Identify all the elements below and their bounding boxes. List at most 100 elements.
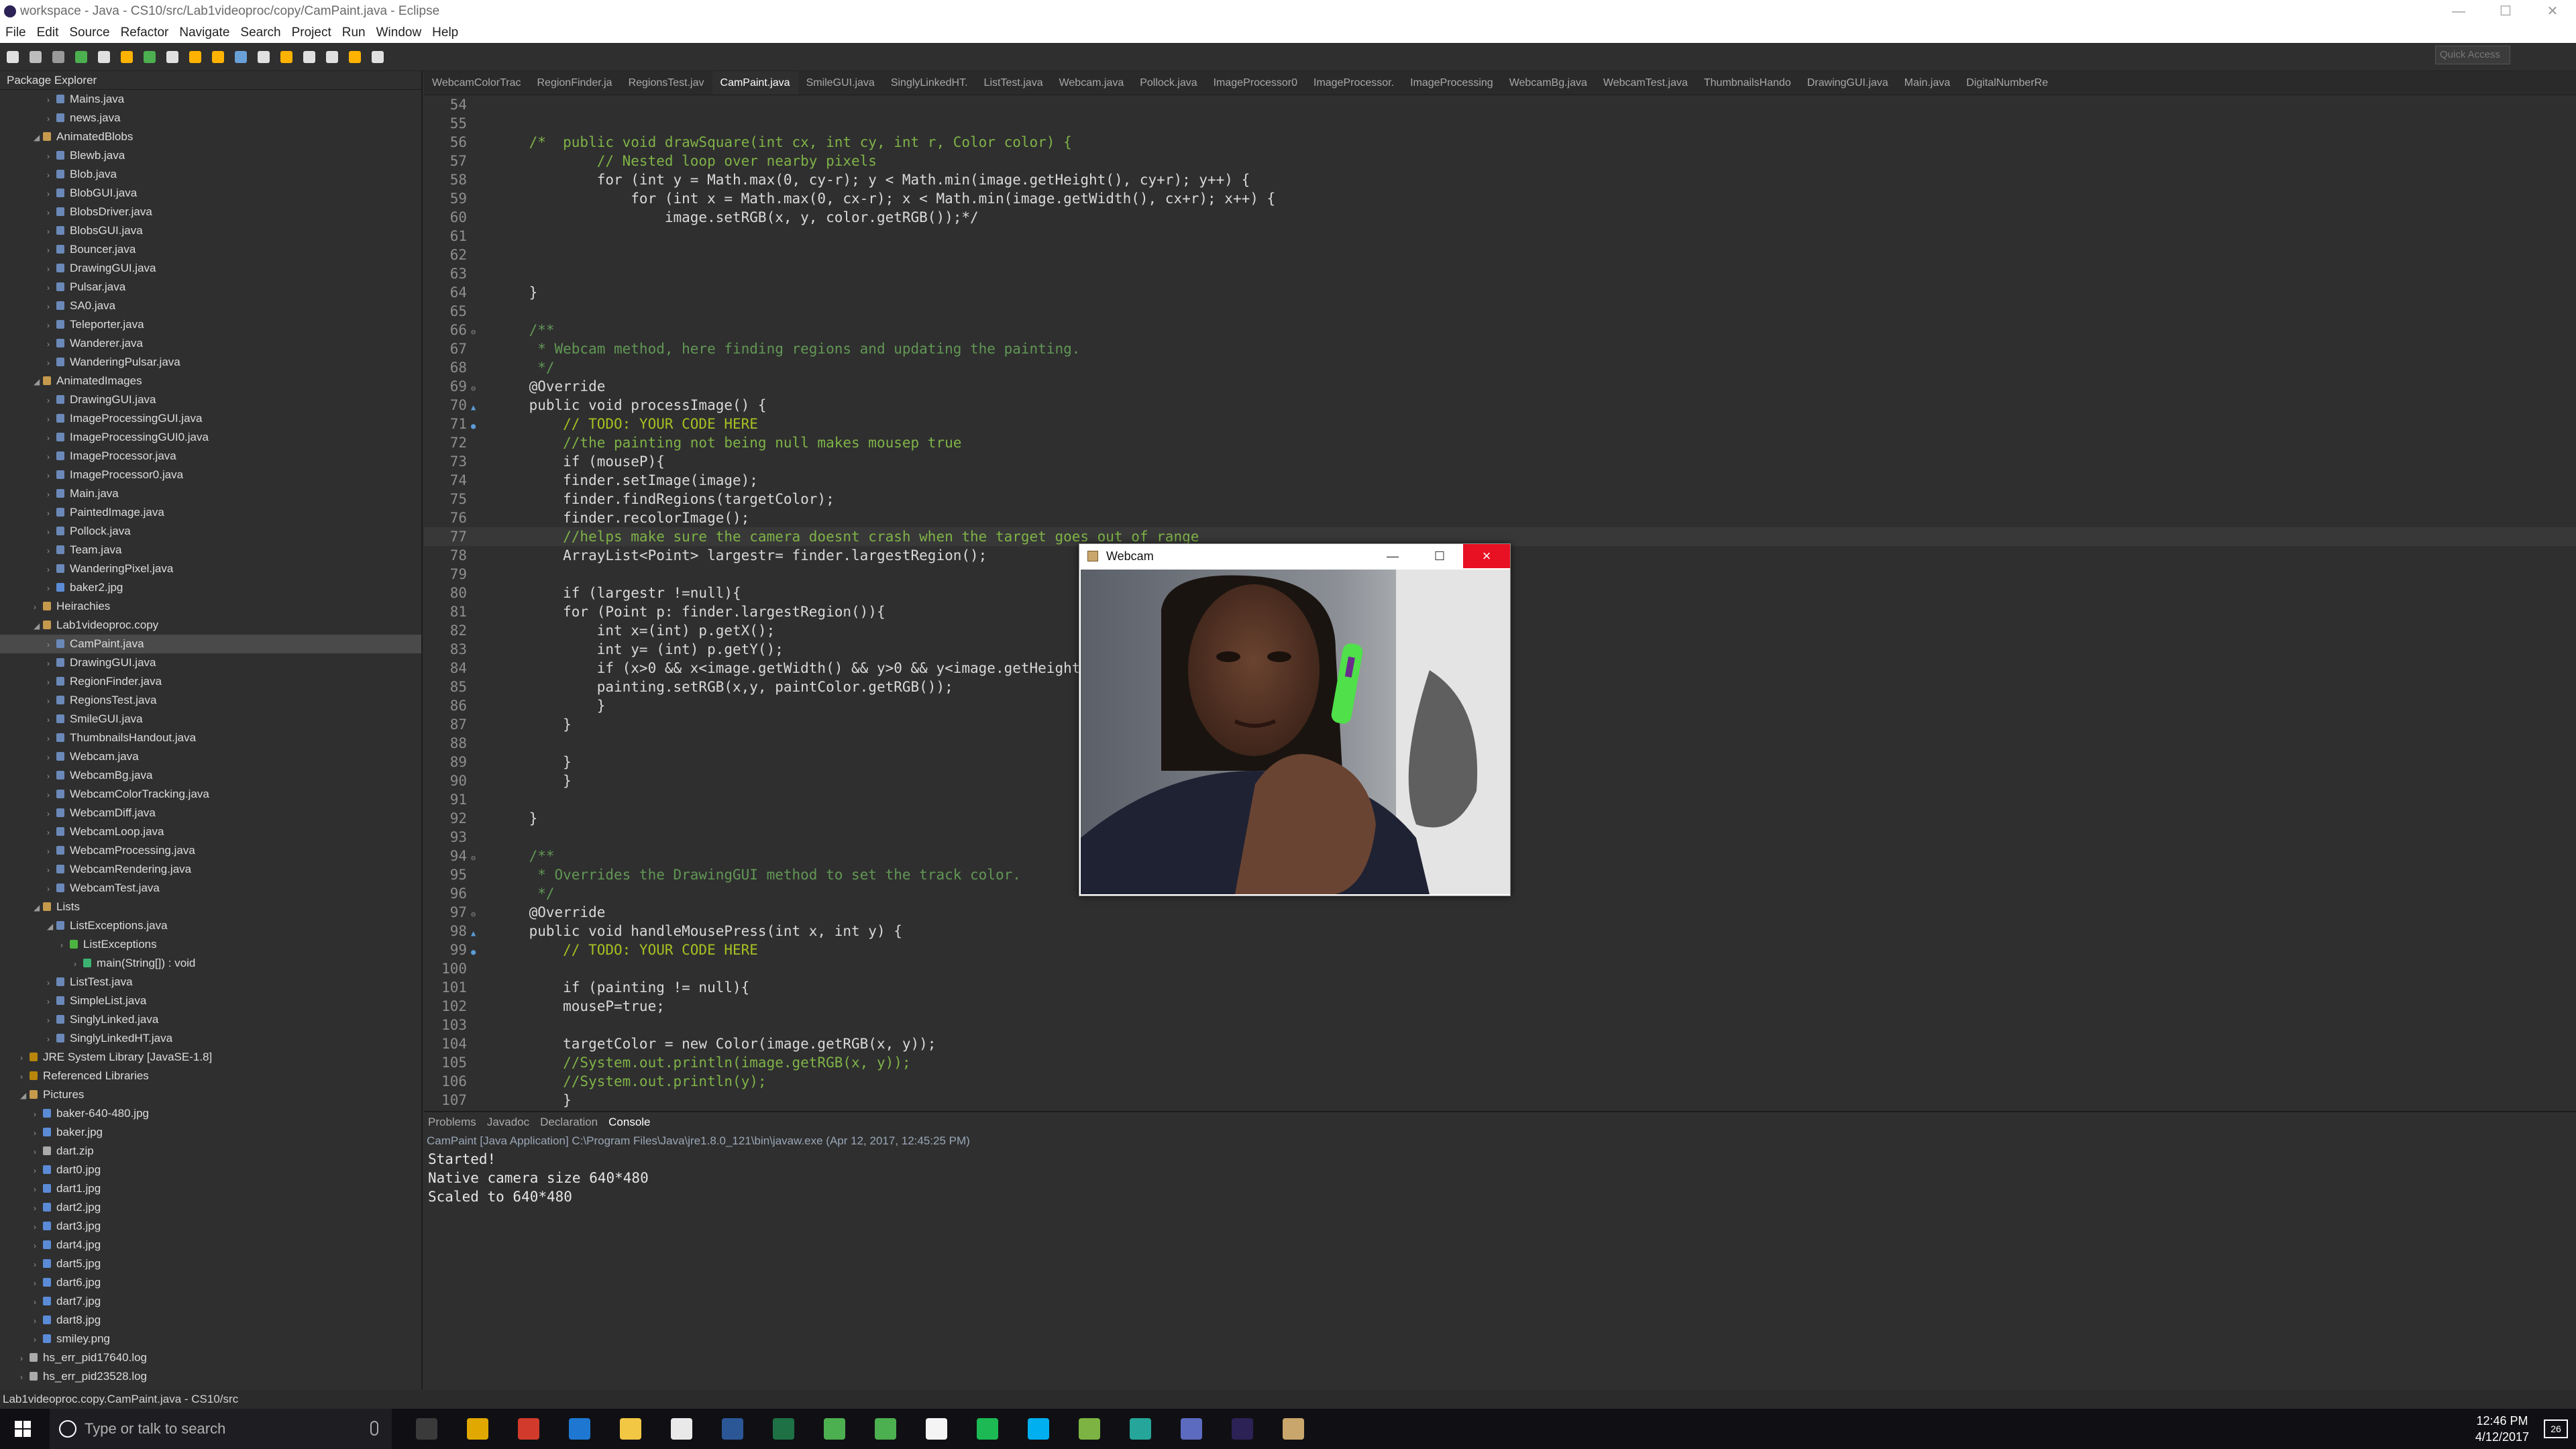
menu-navigate[interactable]: Navigate xyxy=(174,23,235,43)
java-taskbar-icon[interactable] xyxy=(1283,1418,1304,1440)
skype-icon[interactable] xyxy=(1028,1418,1049,1440)
collapsed-arrow-icon[interactable]: › xyxy=(47,147,56,166)
tree-item[interactable]: › BlobsDriver.java xyxy=(0,203,421,221)
panel-tab-problems[interactable]: Problems xyxy=(428,1116,476,1128)
tree-item[interactable]: › dart4.jpg xyxy=(0,1236,421,1254)
tree-item[interactable]: › ImageProcessingGUI.java xyxy=(0,409,421,428)
collapsed-arrow-icon[interactable]: › xyxy=(20,1349,30,1368)
editor-tab[interactable]: WebcamColorTrac xyxy=(424,71,529,95)
toolbar-button-icon[interactable] xyxy=(166,51,178,63)
collapsed-arrow-icon[interactable]: › xyxy=(47,786,56,804)
toolbar-button-icon[interactable] xyxy=(258,51,270,63)
collapsed-arrow-icon[interactable]: › xyxy=(47,391,56,410)
collapsed-arrow-icon[interactable]: › xyxy=(34,1218,43,1236)
collapsed-arrow-icon[interactable]: › xyxy=(47,654,56,673)
webcam-video-feed[interactable] xyxy=(1081,570,1510,894)
toolbar-button-icon[interactable] xyxy=(326,51,338,63)
console-output[interactable]: Started! Native camera size 640*480 Scaled… xyxy=(424,1150,2576,1206)
tree-item[interactable]: › Bouncer.java xyxy=(0,240,421,259)
collapsed-arrow-icon[interactable]: › xyxy=(34,1105,43,1124)
toolbar-button-icon[interactable] xyxy=(75,51,87,63)
notepad-icon[interactable] xyxy=(1079,1418,1100,1440)
collapsed-arrow-icon[interactable]: › xyxy=(34,1274,43,1293)
collapsed-arrow-icon[interactable]: › xyxy=(47,316,56,335)
tree-item[interactable]: › WanderingPulsar.java xyxy=(0,353,421,372)
collapsed-arrow-icon[interactable]: › xyxy=(47,203,56,222)
maximize-button[interactable]: ☐ xyxy=(2482,0,2529,23)
qr-app-icon[interactable] xyxy=(1130,1418,1151,1440)
tree-item[interactable]: › SinglyLinked.java xyxy=(0,1010,421,1029)
edge-icon[interactable] xyxy=(569,1418,590,1440)
collapsed-arrow-icon[interactable]: › xyxy=(47,635,56,654)
tree-item[interactable]: › Pulsar.java xyxy=(0,278,421,297)
tree-item[interactable]: ◢ AnimatedBlobs xyxy=(0,127,421,146)
collapsed-arrow-icon[interactable]: › xyxy=(47,91,56,109)
collapsed-arrow-icon[interactable]: › xyxy=(47,241,56,260)
collapsed-arrow-icon[interactable]: › xyxy=(47,710,56,729)
tree-item[interactable]: › Teleporter.java xyxy=(0,315,421,334)
notification-center-icon[interactable]: 26 xyxy=(2544,1419,2568,1438)
collapsed-arrow-icon[interactable]: › xyxy=(47,166,56,184)
tree-item[interactable]: › dart.zip xyxy=(0,1142,421,1161)
collapsed-arrow-icon[interactable]: › xyxy=(47,184,56,203)
collapsed-arrow-icon[interactable]: › xyxy=(47,222,56,241)
collapsed-arrow-icon[interactable]: › xyxy=(47,278,56,297)
tree-item[interactable]: › Main.java xyxy=(0,484,421,503)
tree-item[interactable]: › WebcamLoop.java xyxy=(0,822,421,841)
editor-tab[interactable]: CamPaint.java xyxy=(712,71,798,95)
tree-item[interactable]: › dart6.jpg xyxy=(0,1273,421,1292)
tree-item[interactable]: › Webcam.java xyxy=(0,747,421,766)
tree-item[interactable]: › Wanderer.java xyxy=(0,334,421,353)
collapsed-arrow-icon[interactable]: › xyxy=(47,560,56,579)
collapsed-arrow-icon[interactable]: › xyxy=(34,1142,43,1161)
expanded-arrow-icon[interactable]: ◢ xyxy=(34,616,43,635)
editor-tab[interactable]: ImageProcessor. xyxy=(1305,71,1402,95)
microphone-icon[interactable] xyxy=(370,1421,378,1436)
expanded-arrow-icon[interactable]: ◢ xyxy=(34,372,43,391)
taskbar-clock[interactable]: 12:46 PM 4/12/2017 xyxy=(2475,1413,2529,1445)
collapsed-arrow-icon[interactable]: › xyxy=(47,485,56,504)
windows-start-icon[interactable] xyxy=(15,1421,31,1437)
webcam-minimize-button[interactable]: — xyxy=(1369,544,1416,568)
chrome-icon[interactable] xyxy=(467,1418,488,1440)
tree-item[interactable]: › DrawingGUI.java xyxy=(0,259,421,278)
editor-tab[interactable]: RegionFinder.ja xyxy=(529,71,620,95)
collapsed-arrow-icon[interactable]: › xyxy=(34,1311,43,1330)
tree-item[interactable]: ◢ Lab1videoproc.copy xyxy=(0,616,421,635)
tree-item[interactable]: › news.java xyxy=(0,109,421,127)
panel-tab-console[interactable]: Console xyxy=(608,1116,650,1128)
collapsed-arrow-icon[interactable]: › xyxy=(34,1293,43,1311)
tree-item[interactable]: › Blewb.java xyxy=(0,146,421,165)
toolbar-button-icon[interactable] xyxy=(372,51,384,63)
tree-item[interactable]: › Referenced Libraries xyxy=(0,1067,421,1085)
acrobat-icon[interactable] xyxy=(518,1418,539,1440)
collapsed-arrow-icon[interactable]: › xyxy=(47,429,56,447)
toolbar-button-icon[interactable] xyxy=(52,51,64,63)
collapsed-arrow-icon[interactable]: › xyxy=(47,335,56,354)
collapsed-arrow-icon[interactable]: › xyxy=(34,1330,43,1349)
collapsed-arrow-icon[interactable]: › xyxy=(47,804,56,823)
editor-tab[interactable]: RegionsTest.jav xyxy=(621,71,712,95)
menu-project[interactable]: Project xyxy=(286,23,337,43)
tree-item[interactable]: › BlobsGUI.java xyxy=(0,221,421,240)
editor-tab[interactable]: WebcamTest.java xyxy=(1595,71,1696,95)
tree-item[interactable]: › dart0.jpg xyxy=(0,1161,421,1179)
collapsed-arrow-icon[interactable]: › xyxy=(34,1124,43,1142)
collapsed-arrow-icon[interactable]: › xyxy=(47,729,56,748)
tree-item[interactable]: › CamPaint.java xyxy=(0,635,421,653)
collapsed-arrow-icon[interactable]: › xyxy=(47,842,56,861)
minimize-button[interactable]: — xyxy=(2435,0,2482,23)
editor-tab[interactable]: Webcam.java xyxy=(1051,71,1132,95)
menu-source[interactable]: Source xyxy=(64,23,115,43)
collapsed-arrow-icon[interactable]: › xyxy=(47,297,56,316)
tree-item[interactable]: › Heirachies xyxy=(0,597,421,616)
tree-item[interactable]: ◢ Lists xyxy=(0,898,421,916)
tree-item[interactable]: › ThumbnailsHandout.java xyxy=(0,729,421,747)
collapsed-arrow-icon[interactable]: › xyxy=(47,692,56,710)
expanded-arrow-icon[interactable]: ◢ xyxy=(34,898,43,917)
tree-item[interactable]: › dart1.jpg xyxy=(0,1179,421,1198)
toolbar-button-icon[interactable] xyxy=(121,51,133,63)
collapsed-arrow-icon[interactable]: › xyxy=(34,1236,43,1255)
tree-item[interactable]: › baker-640-480.jpg xyxy=(0,1104,421,1123)
tree-item[interactable]: › Mains.java xyxy=(0,90,421,109)
